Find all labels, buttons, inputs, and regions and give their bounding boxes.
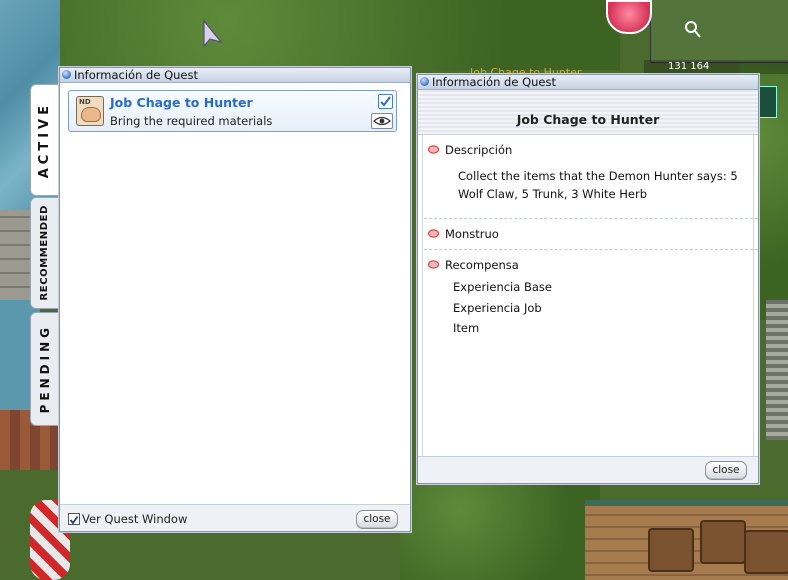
quest-list-item[interactable]: ND Job Chage to Hunter Bring the require… xyxy=(68,90,397,132)
quest-tracking-checkbox[interactable] xyxy=(378,94,393,109)
quest-info-titlebar[interactable]: Información de Quest xyxy=(418,75,758,90)
grass-terrain xyxy=(60,0,620,70)
reward-heading-text: Recompensa xyxy=(445,258,519,272)
grass-terrain xyxy=(400,480,600,580)
quest-name: Job Chage to Hunter xyxy=(110,95,253,110)
reward-item: Experiencia Base xyxy=(453,280,552,294)
quest-list-title: Información de Quest xyxy=(74,68,198,82)
quest-info-quest-title: Job Chage to Hunter xyxy=(516,112,660,127)
window-orb-icon xyxy=(420,77,429,86)
mouse-cursor-icon xyxy=(203,20,223,48)
quest-list-titlebar[interactable]: Información de Quest xyxy=(60,68,410,83)
barrel xyxy=(744,530,788,574)
barrel xyxy=(648,528,694,572)
quest-list-footer: Ver Quest Window close xyxy=(60,504,410,531)
reward-heading: Recompensa xyxy=(428,258,519,272)
quest-info-window: Información de Quest Job Chage to Hunter… xyxy=(417,74,759,484)
tab-pending-label: PENDING xyxy=(37,324,52,414)
quest-list-window: Información de Quest ND Job Chage to Hun… xyxy=(59,67,411,532)
bullet-icon xyxy=(428,145,439,154)
close-button[interactable]: close xyxy=(356,510,398,529)
description-heading-text: Descripción xyxy=(445,143,513,157)
quest-info-header: Job Chage to Hunter xyxy=(418,90,758,135)
description-heading: Descripción xyxy=(428,143,512,157)
quest-info-title: Información de Quest xyxy=(432,75,556,89)
monster-heading-text: Monstruo xyxy=(445,227,499,241)
magnifier-icon[interactable] xyxy=(682,18,702,40)
tab-active[interactable]: ACTIVE xyxy=(30,84,58,196)
checkmark-icon xyxy=(380,96,391,107)
fence-rail xyxy=(766,300,788,440)
coordinates-readout: 131 164 xyxy=(644,60,788,74)
eye-icon xyxy=(373,116,391,126)
tab-recommended[interactable]: RECOMMENDED xyxy=(30,197,58,309)
bullet-icon xyxy=(428,229,439,238)
tab-active-label: ACTIVE xyxy=(37,101,52,179)
quest-icon-badge: ND xyxy=(79,98,91,106)
ver-quest-window-label: Ver Quest Window xyxy=(82,512,188,526)
tab-pending[interactable]: PENDING xyxy=(30,312,58,426)
divider xyxy=(424,218,758,219)
checkmark-icon xyxy=(69,515,79,525)
window-orb-icon xyxy=(62,70,71,79)
close-button[interactable]: close xyxy=(705,461,747,480)
divider xyxy=(424,249,758,250)
tab-recommended-label: RECOMMENDED xyxy=(39,205,50,301)
barrel xyxy=(700,520,746,564)
view-quest-button[interactable] xyxy=(371,113,393,129)
minimap[interactable] xyxy=(650,0,788,63)
navigation-side-icon[interactable] xyxy=(757,86,777,118)
ver-quest-window-checkbox[interactable] xyxy=(68,513,80,525)
reward-item: Experiencia Job xyxy=(453,301,542,315)
coordinates-text: 131 164 xyxy=(668,61,710,72)
reward-item: Item xyxy=(453,321,480,335)
description-text: Collect the items that the Demon Hunter … xyxy=(458,169,738,201)
quest-subtitle: Bring the required materials xyxy=(110,114,273,128)
npc-portrait-icon: ND xyxy=(76,96,104,126)
roulette-button[interactable] xyxy=(606,0,652,34)
monster-heading: Monstruo xyxy=(428,227,499,241)
bullet-icon xyxy=(428,260,439,269)
quest-info-footer: close xyxy=(418,456,758,483)
